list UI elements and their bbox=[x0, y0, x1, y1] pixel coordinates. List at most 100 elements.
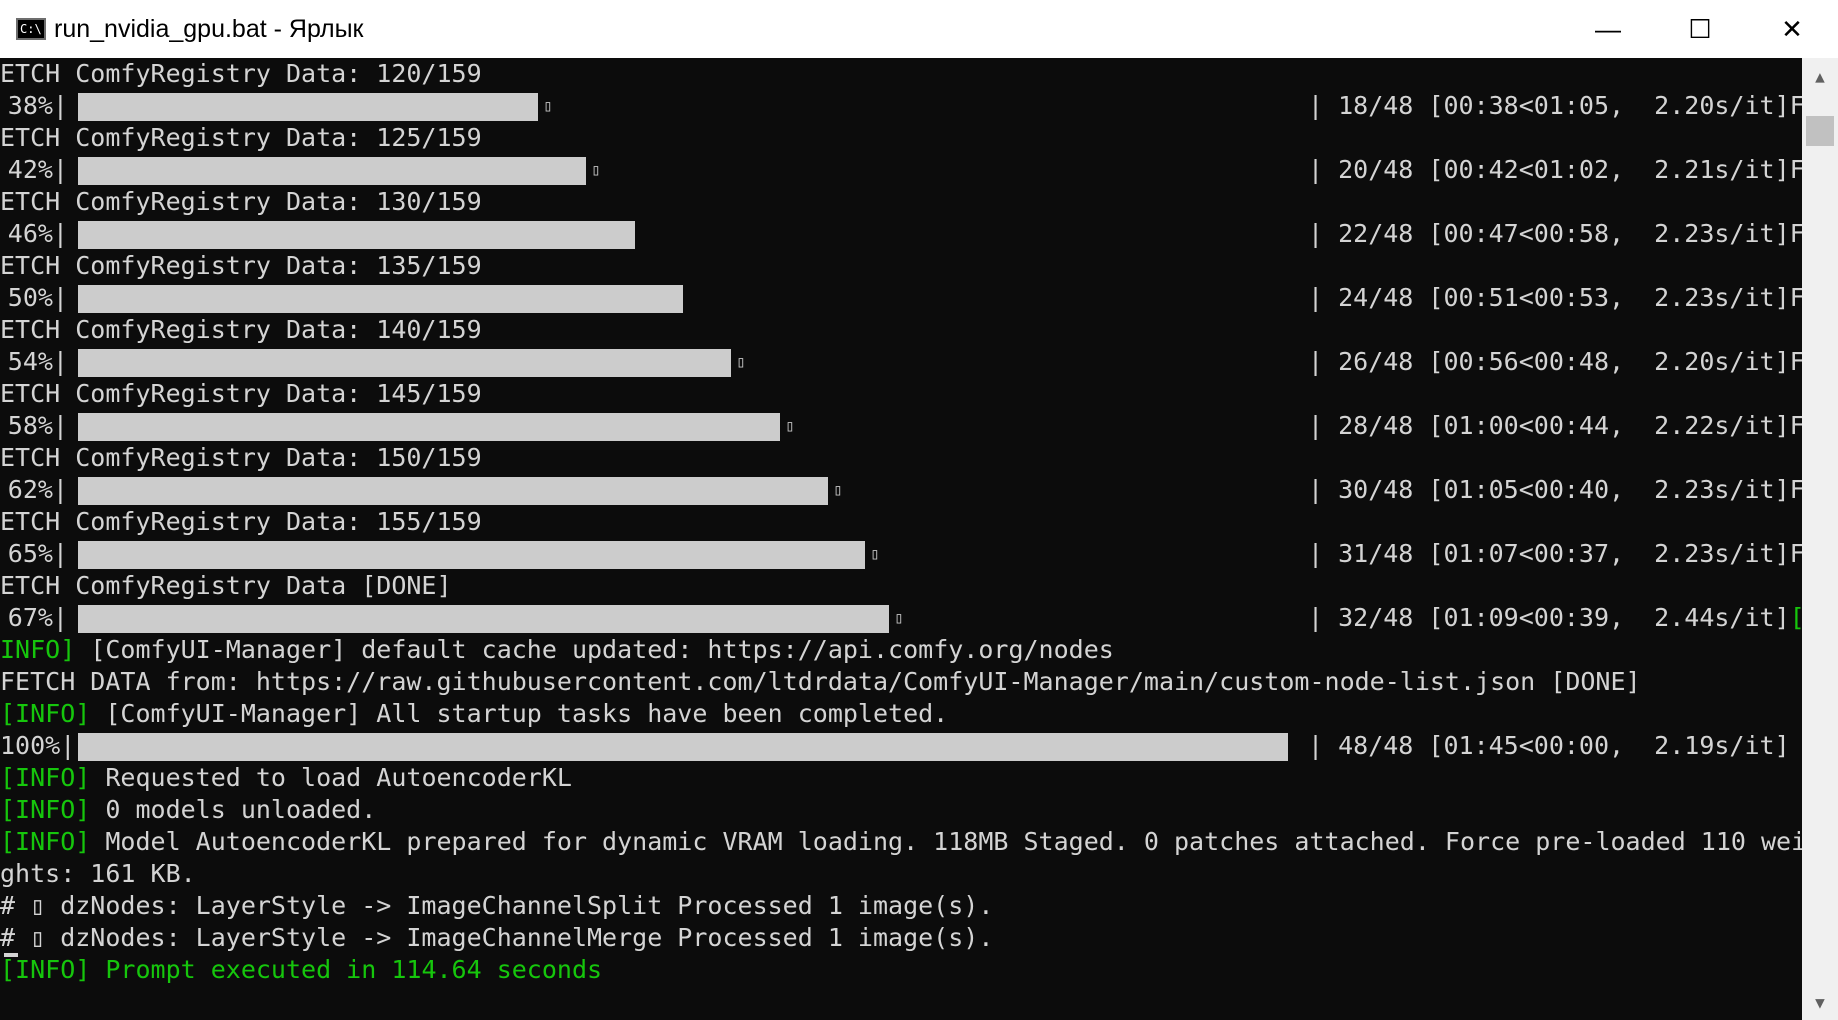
progress-stats-text: | 26/48 [00:56<00:48, 2.20s/it]F bbox=[1308, 347, 1802, 376]
progress-percent: 62%| bbox=[7, 475, 68, 504]
progress-bar-fill bbox=[78, 157, 586, 185]
log-level-prefix: [INFO] bbox=[0, 763, 91, 792]
console-line: ghts: 161 KB. bbox=[0, 858, 1802, 890]
progress-stats: | 32/48 [01:09<00:39, 2.44s/it][ bbox=[1308, 602, 1802, 634]
scrollbar-thumb[interactable] bbox=[1806, 116, 1834, 146]
console-line-text: ghts: 161 KB. bbox=[0, 859, 196, 888]
console-line: [INFO] Model AutoencoderKL prepared for … bbox=[0, 826, 1802, 858]
log-level-prefix: [INFO] bbox=[0, 827, 91, 856]
progress-percent: 50%| bbox=[7, 283, 68, 312]
vertical-scrollbar[interactable]: ▲ ▼ bbox=[1802, 58, 1838, 1020]
console-line: ETCH ComfyRegistry Data: 155/159 bbox=[0, 506, 1802, 538]
console-line-text: FETCH DATA from: https://raw.githubuserc… bbox=[0, 667, 1641, 696]
progress-line: 42%| ▯ | 20/48 [00:42<01:02, 2.21s/it]F bbox=[0, 154, 1802, 186]
console-line: [INFO] [ComfyUI-Manager] All startup tas… bbox=[0, 698, 1802, 730]
console-line-text: Requested to load AutoencoderKL bbox=[90, 763, 572, 792]
console-line-text: ETCH ComfyRegistry Data: 150/159 bbox=[0, 443, 482, 472]
progress-percent: 67%| bbox=[7, 603, 68, 632]
progress-bar-fill bbox=[78, 605, 889, 633]
console-line: ETCH ComfyRegistry Data: 140/159 bbox=[0, 314, 1802, 346]
log-level-prefix: [INFO] bbox=[0, 795, 91, 824]
console-line-text: ETCH ComfyRegistry Data: 145/159 bbox=[0, 379, 482, 408]
progress-bar-fill bbox=[78, 285, 683, 313]
console-line-text: # ▯ dzNodes: LayerStyle -> ImageChannelS… bbox=[0, 891, 994, 920]
progress-stats: | 26/48 [00:56<00:48, 2.20s/it]F bbox=[1308, 346, 1802, 378]
progress-line: 62%| ▯ | 30/48 [01:05<00:40, 2.23s/it]F bbox=[0, 474, 1802, 506]
progress-bar-fill bbox=[78, 93, 538, 121]
console-line-text: Prompt executed in 114.64 seconds bbox=[90, 955, 603, 984]
progress-stats-text: | 24/48 [00:51<00:53, 2.23s/it]F bbox=[1308, 283, 1802, 312]
progress-line: 67%| ▯ | 32/48 [01:09<00:39, 2.44s/it][ bbox=[0, 602, 1802, 634]
console-line: FETCH DATA from: https://raw.githubuserc… bbox=[0, 666, 1802, 698]
progress-stats-text: | 28/48 [01:00<00:44, 2.22s/it]F bbox=[1308, 411, 1802, 440]
progress-stats: | 20/48 [00:42<01:02, 2.21s/it]F bbox=[1308, 154, 1802, 186]
console-line: ETCH ComfyRegistry Data: 145/159 bbox=[0, 378, 1802, 410]
minimize-button[interactable]: — bbox=[1562, 0, 1654, 58]
progress-stats: | 22/48 [00:47<00:58, 2.23s/it]F bbox=[1308, 218, 1802, 250]
progress-bar-fill bbox=[78, 221, 635, 249]
progress-bar-fill bbox=[78, 477, 828, 505]
console-line-text: ETCH ComfyRegistry Data: 135/159 bbox=[0, 251, 482, 280]
progress-line: 100%| | 48/48 [01:45<00:00, 2.19s/it] bbox=[0, 730, 1802, 762]
progress-line: 38%| ▯ | 18/48 [00:38<01:05, 2.20s/it]F bbox=[0, 90, 1802, 122]
console-line: ETCH ComfyRegistry Data [DONE] bbox=[0, 570, 1802, 602]
console-line-text: [ComfyUI-Manager] default cache updated:… bbox=[75, 635, 1114, 664]
progress-line: 54%| ▯ | 26/48 [00:56<00:48, 2.20s/it]F bbox=[0, 346, 1802, 378]
progress-percent: 38%| bbox=[7, 91, 68, 120]
console-line: ETCH ComfyRegistry Data: 150/159 bbox=[0, 442, 1802, 474]
maximize-button[interactable]: ☐ bbox=[1654, 0, 1746, 58]
progress-stats-overflow: [ bbox=[1790, 603, 1802, 632]
missing-glyph-icon: ▯ bbox=[870, 544, 880, 563]
missing-glyph-icon: ▯ bbox=[543, 96, 553, 115]
progress-percent: 58%| bbox=[7, 411, 68, 440]
missing-glyph-icon: ▯ bbox=[785, 416, 795, 435]
scroll-up-arrow-icon[interactable]: ▲ bbox=[1802, 58, 1838, 94]
console-line-text: ETCH ComfyRegistry Data: 130/159 bbox=[0, 187, 482, 216]
console-line: ETCH ComfyRegistry Data: 135/159 bbox=[0, 250, 1802, 282]
missing-glyph-icon: ▯ bbox=[894, 608, 904, 627]
console-line: [INFO] 0 models unloaded. bbox=[0, 794, 1802, 826]
console-window: C:\ run_nvidia_gpu.bat - Ярлык — ☐ ✕ ETC… bbox=[0, 0, 1838, 1020]
progress-bar-fill bbox=[78, 733, 1288, 761]
progress-stats: | 48/48 [01:45<00:00, 2.19s/it] bbox=[1308, 730, 1790, 762]
progress-stats-text: | 31/48 [01:07<00:37, 2.23s/it]F bbox=[1308, 539, 1802, 568]
console-line-text: ETCH ComfyRegistry Data: 140/159 bbox=[0, 315, 482, 344]
progress-line: 58%| ▯ | 28/48 [01:00<00:44, 2.22s/it]F bbox=[0, 410, 1802, 442]
progress-stats-text: | 22/48 [00:47<00:58, 2.23s/it]F bbox=[1308, 219, 1802, 248]
console-line: # ▯ dzNodes: LayerStyle -> ImageChannelM… bbox=[0, 922, 1802, 954]
missing-glyph-icon: ▯ bbox=[833, 480, 843, 499]
progress-stats: | 30/48 [01:05<00:40, 2.23s/it]F bbox=[1308, 474, 1802, 506]
close-button[interactable]: ✕ bbox=[1746, 0, 1838, 58]
progress-stats: | 18/48 [00:38<01:05, 2.20s/it]F bbox=[1308, 90, 1802, 122]
console-line: INFO] [ComfyUI-Manager] default cache up… bbox=[0, 634, 1802, 666]
window-controls: — ☐ ✕ bbox=[1562, 0, 1838, 58]
console-line: [INFO] Requested to load AutoencoderKL bbox=[0, 762, 1802, 794]
console-line-text: 0 models unloaded. bbox=[90, 795, 377, 824]
cmd-console-icon: C:\ bbox=[16, 18, 46, 40]
progress-stats: | 24/48 [00:51<00:53, 2.23s/it]F bbox=[1308, 282, 1802, 314]
progress-line: 65%| ▯ | 31/48 [01:07<00:37, 2.23s/it]F bbox=[0, 538, 1802, 570]
console-line-text: ETCH ComfyRegistry Data: 155/159 bbox=[0, 507, 482, 536]
log-level-prefix: [INFO] bbox=[0, 955, 91, 984]
progress-stats: | 28/48 [01:00<00:44, 2.22s/it]F bbox=[1308, 410, 1802, 442]
progress-stats-text: | 48/48 [01:45<00:00, 2.19s/it] bbox=[1308, 731, 1790, 760]
console-output[interactable]: ETCH ComfyRegistry Data: 120/159 38%| ▯ | 1… bbox=[0, 58, 1802, 1020]
progress-stats-text: | 30/48 [01:05<00:40, 2.23s/it]F bbox=[1308, 475, 1802, 504]
console-line: ETCH ComfyRegistry Data: 130/159 bbox=[0, 186, 1802, 218]
console-line-text: [ComfyUI-Manager] All startup tasks have… bbox=[90, 699, 949, 728]
text-cursor bbox=[4, 953, 18, 957]
console-line: ETCH ComfyRegistry Data: 125/159 bbox=[0, 122, 1802, 154]
title-bar[interactable]: C:\ run_nvidia_gpu.bat - Ярлык — ☐ ✕ bbox=[0, 0, 1838, 58]
progress-line: 50%| | 24/48 [00:51<00:53, 2.23s/it]F bbox=[0, 282, 1802, 314]
progress-stats-text: | 18/48 [00:38<01:05, 2.20s/it]F bbox=[1308, 91, 1802, 120]
progress-stats: | 31/48 [01:07<00:37, 2.23s/it]F bbox=[1308, 538, 1802, 570]
progress-stats-text: | 32/48 [01:09<00:39, 2.44s/it] bbox=[1308, 603, 1790, 632]
progress-bar-fill bbox=[78, 541, 865, 569]
scroll-down-arrow-icon[interactable]: ▼ bbox=[1802, 984, 1838, 1020]
console-line: ETCH ComfyRegistry Data: 120/159 bbox=[0, 58, 1802, 90]
log-level-prefix: [INFO] bbox=[0, 699, 91, 728]
progress-bar-fill bbox=[78, 349, 731, 377]
console-line-text: # ▯ dzNodes: LayerStyle -> ImageChannelM… bbox=[0, 923, 994, 952]
progress-line: 46%| | 22/48 [00:47<00:58, 2.23s/it]F bbox=[0, 218, 1802, 250]
console-line-text: ETCH ComfyRegistry Data: 125/159 bbox=[0, 123, 482, 152]
